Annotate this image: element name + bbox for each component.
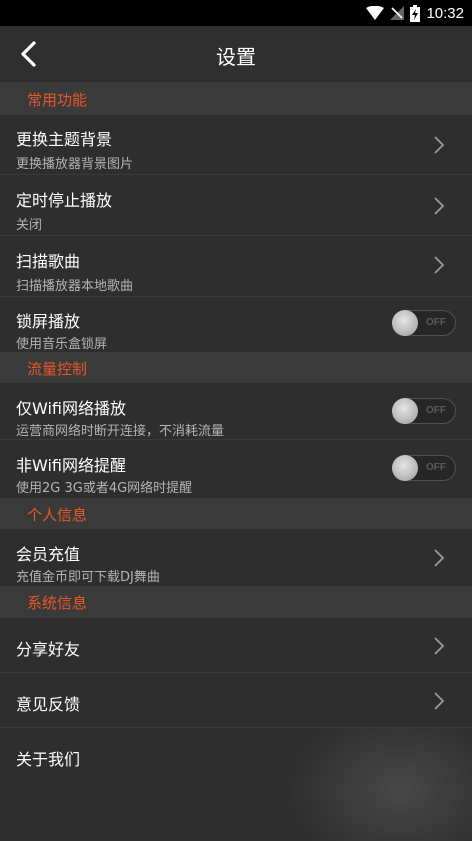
no-signal-icon xyxy=(390,6,405,20)
item-subtitle: 更换播放器背景图片 xyxy=(16,157,134,172)
item-label: 仅Wifi网络播放 xyxy=(16,399,126,418)
settings-item-share-friends[interactable]: 分享好友 xyxy=(0,618,472,673)
title-bar: 设置 xyxy=(0,26,472,82)
chevron-right-icon xyxy=(434,637,445,655)
section-header-common: 常用功能 xyxy=(0,82,472,115)
chevron-right-icon xyxy=(434,136,445,154)
settings-item-about-us[interactable]: 关于我们 xyxy=(0,728,472,783)
item-label: 关于我们 xyxy=(16,750,81,769)
battery-charging-icon xyxy=(410,4,421,22)
section-title: 流量控制 xyxy=(27,360,88,378)
chevron-right-icon xyxy=(434,549,445,567)
item-subtitle: 使用2G 3G或者4G网络时提醒 xyxy=(16,481,193,496)
wifi-icon xyxy=(366,6,385,20)
settings-item-membership-recharge[interactable]: 会员充值 充值金币即可下载DJ舞曲 xyxy=(0,529,472,586)
item-label: 定时停止播放 xyxy=(16,191,113,210)
section-title: 个人信息 xyxy=(27,506,88,524)
item-subtitle: 运营商网络时断开连接，不消耗流量 xyxy=(16,424,225,439)
status-bar: 10:32 xyxy=(0,0,472,26)
item-label: 扫描歌曲 xyxy=(16,252,81,271)
settings-item-feedback[interactable]: 意见反馈 xyxy=(0,673,472,728)
section-header-system: 系统信息 xyxy=(0,586,472,618)
chevron-right-icon xyxy=(434,256,445,274)
settings-item-wifi-only: 仅Wifi网络播放 运营商网络时断开连接，不消耗流量 OFF xyxy=(0,383,472,440)
status-icons: 10:32 xyxy=(366,0,464,26)
toggle-state-text: OFF xyxy=(426,462,446,473)
settings-item-sleep-timer[interactable]: 定时停止播放 关闭 xyxy=(0,175,472,236)
status-time: 10:32 xyxy=(426,4,464,22)
item-subtitle: 充值金币即可下载DJ舞曲 xyxy=(16,570,160,585)
chevron-right-icon xyxy=(434,692,445,710)
section-title: 系统信息 xyxy=(27,594,88,612)
item-label: 锁屏播放 xyxy=(16,312,81,331)
settings-item-theme-background[interactable]: 更换主题背景 更换播放器背景图片 xyxy=(0,115,472,175)
chevron-right-icon xyxy=(434,197,445,215)
item-label: 会员充值 xyxy=(16,545,81,564)
section-title: 常用功能 xyxy=(27,91,88,109)
item-label: 更换主题背景 xyxy=(16,130,113,149)
toggle-state-text: OFF xyxy=(426,405,446,416)
toggle-knob xyxy=(392,398,418,424)
toggle-knob xyxy=(392,310,418,336)
toggle-state-text: OFF xyxy=(426,317,446,328)
settings-item-non-wifi-alert: 非Wifi网络提醒 使用2G 3G或者4G网络时提醒 OFF xyxy=(0,440,472,498)
lockscreen-toggle[interactable]: OFF xyxy=(392,310,456,336)
item-label: 意见反馈 xyxy=(16,695,81,714)
item-subtitle: 扫描播放器本地歌曲 xyxy=(16,279,134,294)
settings-item-lockscreen-play: 锁屏播放 使用音乐盒锁屏 OFF xyxy=(0,297,472,352)
page-title: 设置 xyxy=(216,45,256,69)
item-subtitle: 使用音乐盒锁屏 xyxy=(16,337,108,352)
item-label: 非Wifi网络提醒 xyxy=(16,456,126,475)
toggle-knob xyxy=(392,455,418,481)
section-header-traffic: 流量控制 xyxy=(0,352,472,383)
non-wifi-alert-toggle[interactable]: OFF xyxy=(392,455,456,481)
item-label: 分享好友 xyxy=(16,640,81,659)
wifi-only-toggle[interactable]: OFF xyxy=(392,398,456,424)
settings-item-scan-songs[interactable]: 扫描歌曲 扫描播放器本地歌曲 xyxy=(0,236,472,297)
item-subtitle: 关闭 xyxy=(16,218,43,233)
section-header-personal: 个人信息 xyxy=(0,498,472,529)
